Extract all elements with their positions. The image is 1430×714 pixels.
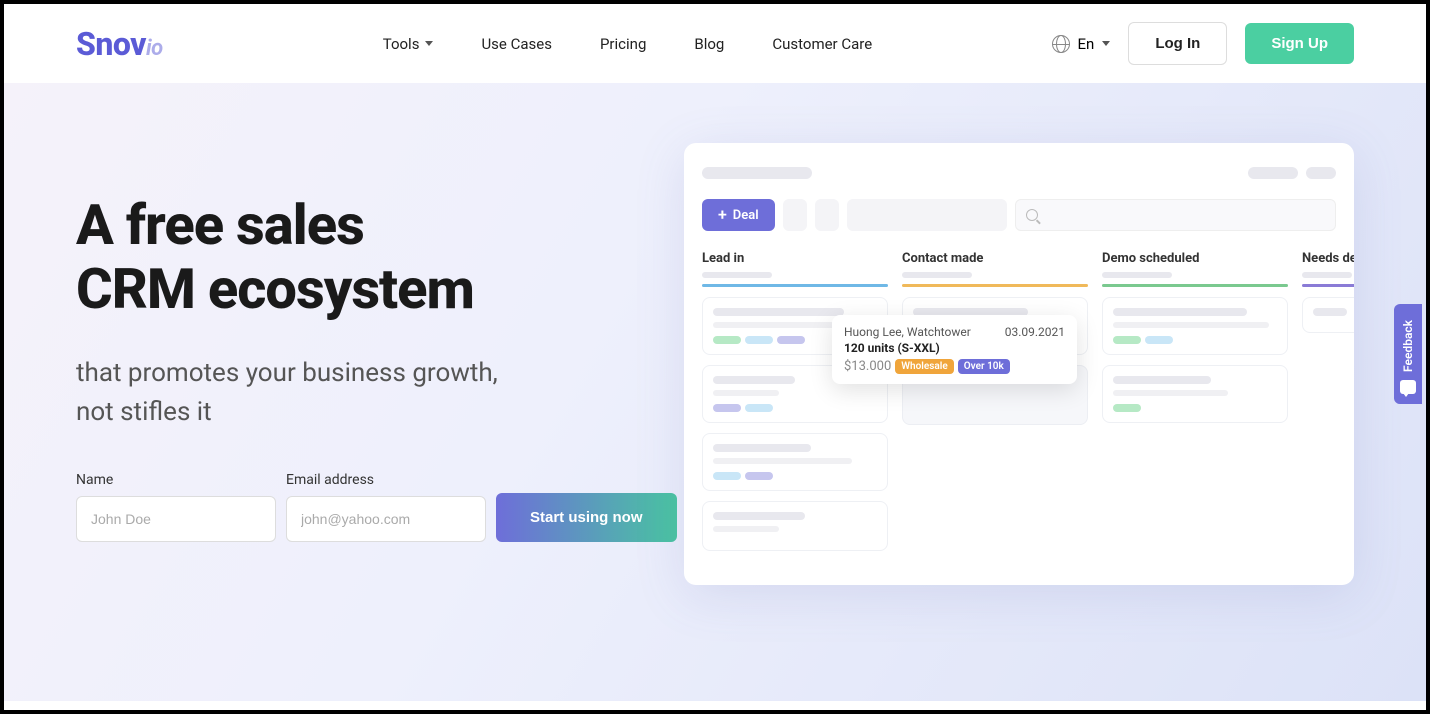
nav-blog[interactable]: Blog <box>694 35 724 53</box>
column-underline <box>1302 284 1354 287</box>
deal-card[interactable] <box>1102 297 1288 355</box>
toolbar-item[interactable] <box>783 199 807 231</box>
placeholder <box>1248 167 1298 179</box>
name-label: Name <box>76 472 276 488</box>
add-deal-button[interactable]: + Deal <box>702 199 775 231</box>
placeholder <box>1306 167 1336 179</box>
signup-form: Name Email address Start using now <box>76 472 696 542</box>
column-contact-made: Contact made <box>902 251 1088 561</box>
chevron-down-icon <box>1102 41 1110 46</box>
header: Snovio Tools Use Cases Pricing Blog Cust… <box>4 4 1426 83</box>
logo-main: Snov <box>76 25 146 63</box>
column-title: Demo scheduled <box>1102 251 1288 266</box>
nav-tools[interactable]: Tools <box>383 35 434 53</box>
deal-contact: Huong Lee, Watchtower <box>844 325 971 339</box>
globe-icon <box>1052 35 1070 53</box>
chevron-down-icon <box>425 41 433 46</box>
column-title: Needs de <box>1302 251 1354 266</box>
feedback-tab[interactable]: Feedback <box>1394 304 1422 404</box>
search-icon <box>1026 209 1038 221</box>
deal-title: 120 units (S-XXL) <box>844 341 1065 355</box>
badge-wholesale: Wholesale <box>895 359 954 374</box>
column-demo-scheduled: Demo scheduled <box>1102 251 1288 561</box>
logo-suffix: io <box>146 36 163 61</box>
chat-icon <box>1400 380 1416 394</box>
hero-section: A free sales CRM ecosystem that promotes… <box>4 83 1426 701</box>
logo[interactable]: Snovio <box>76 25 163 63</box>
deal-detail-popup: Huong Lee, Watchtower 03.09.2021 120 uni… <box>832 315 1077 384</box>
column-underline <box>1102 284 1288 287</box>
placeholder <box>902 272 972 278</box>
pipeline-columns: Lead in <box>702 251 1336 561</box>
placeholder <box>1102 272 1172 278</box>
name-input[interactable] <box>76 496 276 542</box>
plus-icon: + <box>718 207 727 223</box>
column-title: Lead in <box>702 251 888 266</box>
search-box[interactable] <box>1015 199 1336 231</box>
deal-card[interactable] <box>1302 297 1354 333</box>
column-underline <box>702 284 888 287</box>
toolbar-item[interactable] <box>847 199 1007 231</box>
signup-button[interactable]: Sign Up <box>1245 23 1354 64</box>
login-button[interactable]: Log In <box>1128 22 1227 65</box>
hero-subtitle: that promotes your business growth, not … <box>76 354 696 432</box>
main-nav: Tools Use Cases Pricing Blog Customer Ca… <box>383 35 872 53</box>
name-field-group: Name <box>76 472 276 542</box>
deal-card[interactable] <box>1102 365 1288 423</box>
email-input[interactable] <box>286 496 486 542</box>
badge-over10k: Over 10k <box>958 359 1010 374</box>
deal-date: 03.09.2021 <box>1005 325 1065 339</box>
column-lead-in: Lead in <box>702 251 888 561</box>
placeholder <box>702 167 812 179</box>
column-underline <box>902 284 1088 287</box>
nav-pricing[interactable]: Pricing <box>600 35 646 53</box>
deal-card[interactable] <box>702 433 888 491</box>
nav-customer-care[interactable]: Customer Care <box>772 35 872 53</box>
placeholder <box>702 272 772 278</box>
crm-mockup: + Deal Lead in <box>684 143 1354 585</box>
email-label: Email address <box>286 472 486 488</box>
toolbar-item[interactable] <box>815 199 839 231</box>
hero-content: A free sales CRM ecosystem that promotes… <box>76 83 696 701</box>
nav-use-cases[interactable]: Use Cases <box>481 35 552 53</box>
start-button[interactable]: Start using now <box>496 493 677 542</box>
deal-price: $13.000 <box>844 359 891 374</box>
deal-card[interactable] <box>702 501 888 551</box>
column-needs: Needs de <box>1302 251 1354 561</box>
email-field-group: Email address <box>286 472 486 542</box>
mockup-header <box>702 167 1336 179</box>
hero-title: A free sales CRM ecosystem <box>76 193 696 322</box>
language-selector[interactable]: En <box>1052 35 1111 53</box>
header-right: En Log In Sign Up <box>1052 22 1354 65</box>
placeholder <box>1302 272 1352 278</box>
mockup-toolbar: + Deal <box>702 199 1336 231</box>
column-title: Contact made <box>902 251 1088 266</box>
